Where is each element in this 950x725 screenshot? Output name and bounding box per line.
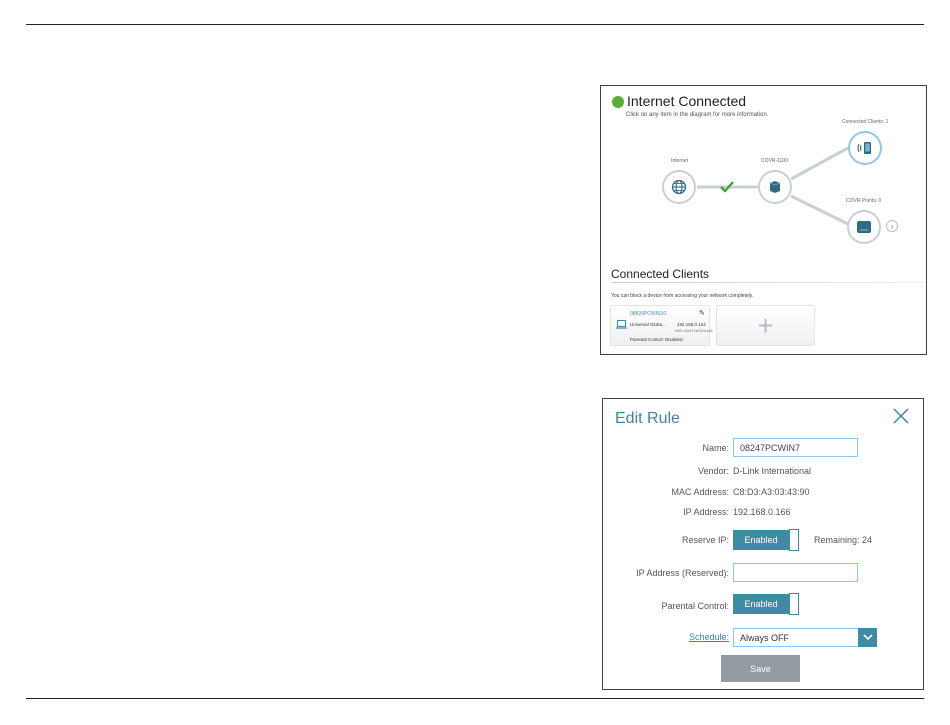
router-label: COVR-1100 — [761, 158, 788, 164]
internet-node[interactable] — [662, 170, 696, 204]
client-parental-status: Parental Control: Disabled — [630, 337, 683, 342]
globe-icon — [671, 179, 687, 195]
bottom-divider — [26, 698, 924, 699]
connected-clients-node[interactable] — [848, 131, 882, 165]
covr-points-node[interactable] — [847, 210, 881, 244]
router-node[interactable] — [758, 170, 792, 204]
mac-address-value: C8:D3:A3:03:43:90 — [733, 487, 810, 497]
connected-clients-label: Connected Clients: 1 — [842, 119, 889, 125]
schedule-value: Always OFF — [740, 633, 790, 643]
internet-label: Internet — [671, 158, 688, 164]
client-name: 08826PCWIN10 — [630, 311, 667, 317]
client-vendor: Universal Globa... — [630, 322, 666, 327]
reserved-ip-field[interactable] — [733, 563, 858, 582]
reserve-ip-state: Enabled — [733, 530, 789, 550]
add-client-button[interactable]: + — [716, 305, 815, 346]
laptop-icon — [616, 320, 627, 329]
client-card[interactable]: 08826PCWIN10 ✎ Universal Globa... 192.16… — [610, 305, 713, 346]
reserved-ip-label: IP Address (Reserved): — [636, 568, 729, 578]
wireless-device-icon — [857, 142, 871, 154]
connected-clients-hint: You can block a device from accessing yo… — [611, 293, 754, 299]
schedule-link[interactable]: Schedule: — [689, 632, 729, 642]
reserve-ip-label: Reserve IP: — [681, 535, 729, 545]
router-icon — [769, 181, 781, 193]
check-icon — [720, 181, 734, 193]
covr-points-label: COVR Points: 0 — [846, 198, 882, 204]
reserve-ip-toggle[interactable]: Enabled — [733, 529, 799, 551]
close-icon[interactable] — [891, 406, 911, 426]
remaining-count: Remaining: 24 — [814, 535, 873, 545]
name-label: Name: — [702, 443, 729, 453]
schedule-select[interactable]: Always OFF — [733, 628, 877, 647]
mac-address-label: MAC Address: — [671, 487, 729, 497]
dialog-title: Edit Rule — [615, 410, 680, 427]
toggle-knob — [789, 529, 799, 551]
top-divider — [26, 24, 924, 25]
name-field[interactable] — [733, 438, 858, 457]
parental-control-toggle[interactable]: Enabled — [733, 593, 799, 615]
ip-address-value: 192.168.0.166 — [733, 507, 791, 517]
client-ip: 192.168.0.124 — [677, 322, 706, 327]
parental-control-label: Parental Control: — [661, 601, 729, 611]
vendor-label: Vendor: — [697, 466, 729, 476]
ip-address-label: IP Address: — [683, 507, 729, 517]
parental-control-state: Enabled — [733, 594, 789, 614]
section-divider — [611, 282, 925, 283]
connected-clients-title: Connected Clients — [611, 267, 710, 281]
extender-icon — [857, 221, 871, 233]
edit-rule-dialog: Edit Rule Name: Vendor: D-Link Internati… — [602, 398, 924, 690]
next-chevron-icon[interactable]: › — [886, 220, 898, 232]
save-button[interactable]: Save — [721, 655, 800, 682]
edit-pencil-icon[interactable]: ✎ — [699, 309, 705, 317]
network-map-panel: Internet Connected Click on any item in … — [600, 85, 927, 355]
vendor-value: D-Link International — [733, 466, 812, 476]
toggle-knob — [789, 593, 799, 615]
client-mac: fe80::c5e4:f7a6:ff1a:e8b — [675, 329, 713, 333]
chevron-down-icon[interactable] — [858, 628, 877, 647]
